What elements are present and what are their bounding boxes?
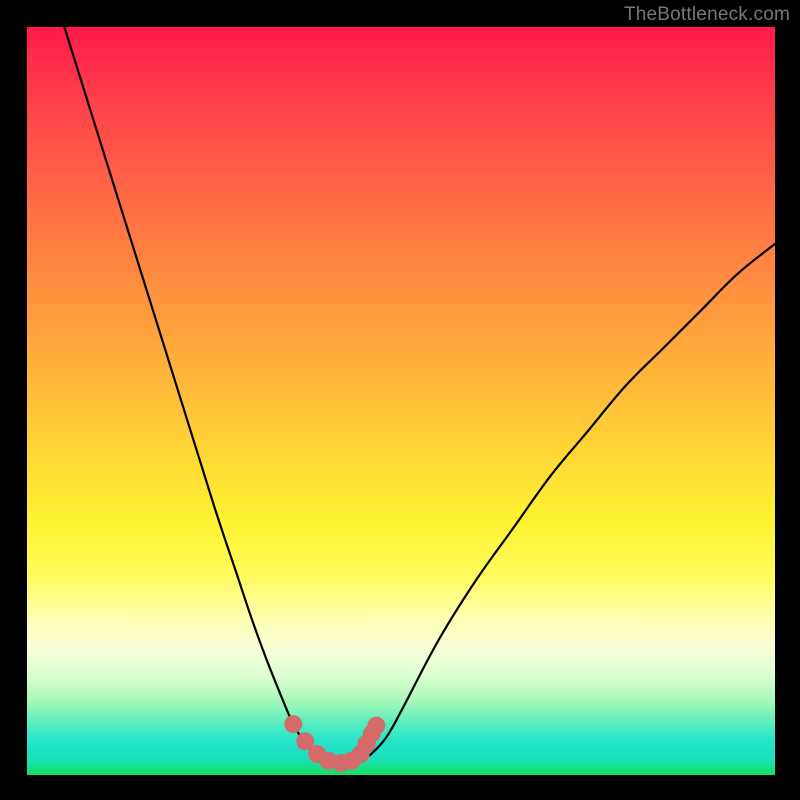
plateau-dots-group	[284, 715, 385, 772]
plateau-dot	[284, 715, 302, 733]
watermark-text: TheBottleneck.com	[624, 4, 790, 26]
bottleneck-curve	[64, 27, 775, 763]
plateau-dot	[367, 717, 385, 735]
chart-frame: TheBottleneck.com	[0, 0, 800, 800]
chart-svg	[27, 27, 775, 775]
